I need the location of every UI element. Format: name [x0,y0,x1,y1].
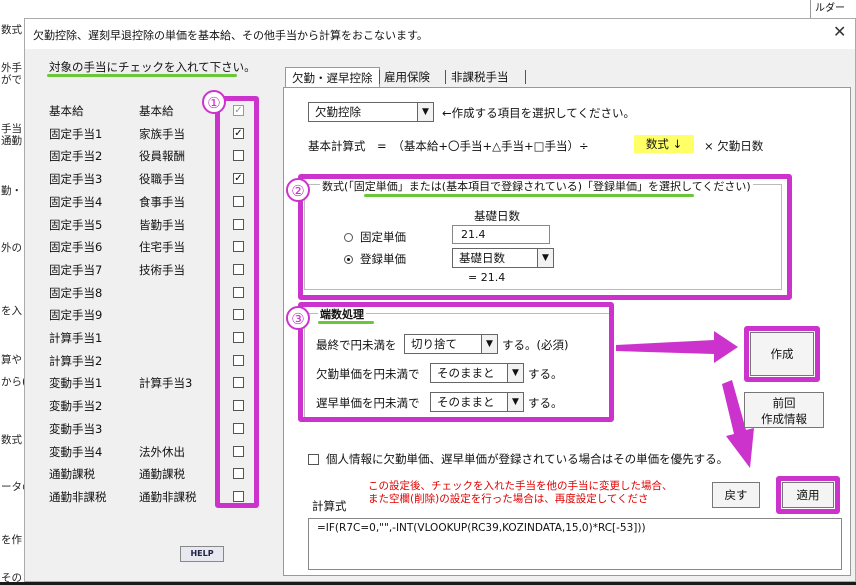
annotation-arrows [616,331,754,468]
allowance-name: 通勤課税 [139,467,185,482]
allowance-item-label: 固定手当6 [49,240,103,255]
background-fragment: から( [1,376,27,388]
item-select[interactable]: 欠勤控除 ▼ [308,102,434,122]
annotation-badge-3: ③ [286,306,310,330]
close-icon[interactable]: ✕ [833,22,846,41]
annotation-box-checkboxes [215,96,259,508]
annotation-box-apply [776,476,840,514]
annotation-badge-1: ① [202,90,226,114]
help-button[interactable]: HELP [180,546,224,562]
chevron-down-icon: ▼ [417,103,433,121]
checklist-heading: 対象の手当にチェックを入れて下さい。 [49,60,256,74]
allowance-item-label: 固定手当3 [49,172,103,187]
allowance-item-label: 固定手当5 [49,217,103,232]
formula-tail: × 欠勤日数 [704,139,764,153]
back-button[interactable]: 戻す [712,482,760,508]
allowance-item-label: 通勤課税 [49,467,95,482]
allowance-item-label: 固定手当2 [49,149,103,164]
tab-separator [525,70,526,84]
priority-label: 個人情報に欠勤単価、遅早単価が登録されている場合はその単価を優先する。 [326,452,729,466]
allowance-name: 計算手当3 [139,376,193,391]
allowance-name: 役職手当 [139,172,185,187]
allowance-item-label: 固定手当1 [49,126,103,141]
allowance-name: 通勤非課税 [139,489,197,504]
formula-highlight: 数式 ↓ [634,135,694,153]
allowance-item-label: 変動手当1 [49,376,103,391]
allowance-name: 法外休出 [139,444,185,459]
background-sheet-column [0,0,24,582]
allowance-item-label: 変動手当3 [49,421,103,436]
background-ribbon-label: ルダー [810,0,856,18]
allowance-name: 食事手当 [139,194,185,209]
background-fragment: 数式 [1,434,22,446]
priority-checkbox[interactable] [308,454,319,465]
allowance-item-label: 変動手当2 [49,399,103,414]
annotation-badge-2: ② [286,178,310,202]
formula-textarea[interactable]: =IF(R7C=0,"",-INT(VLOOKUP(RC39,KOZINDATA… [308,518,842,570]
background-fragment: 算や [1,354,22,366]
background-fragment: がで [1,74,22,86]
tab-employment-insurance[interactable]: 雇用保険 [378,67,436,87]
item-hint: ←作成する項目を選択してください。 [442,106,635,120]
tab-nontaxable-allowance[interactable]: 非課税手当 [445,67,515,87]
tab-panel: 欠勤控除 ▼ ←作成する項目を選択してください。 基本計算式 = （基本給+〇手… [283,87,851,576]
allowance-item-label: 固定手当8 [49,285,103,300]
formula-caption: 計算式 [312,499,347,513]
background-fragment: 外の [1,242,22,254]
allowance-item-label: 固定手当9 [49,308,103,323]
previous-info-button[interactable]: 前回 作成情報 [744,392,824,428]
background-sheet-top [24,0,856,18]
formula-label: 基本計算式 = （基本給+〇手当+△手当+□手当）÷ [308,139,589,153]
allowance-item-label: 変動手当4 [49,444,103,459]
allowance-name: 住宅手当 [139,240,185,255]
background-fragment: 勤・ [1,185,22,197]
allowance-item-label: 固定手当7 [49,262,103,277]
background-fragment: を作 [1,534,22,546]
allowance-name: 皆勤手当 [139,217,185,232]
allowance-item-label: 基本給 [49,104,84,118]
dialog-window: 欠勤控除、遅刻早退控除の単価を基本給、その他手当から計算をおこないます。 ✕ 対… [24,18,856,582]
annotation-box-rounding [298,302,614,422]
item-select-value: 欠勤控除 [315,105,361,119]
allowance-item-label: 固定手当4 [49,194,103,209]
dialog-title: 欠勤控除、遅刻早退控除の単価を基本給、その他手当から計算をおこないます。 [33,29,428,42]
tab-absence-deduction[interactable]: 欠勤・遅早控除 [285,67,380,87]
allowance-item-label: 通勤非課税 [49,489,107,504]
background-fragment: その [1,572,22,584]
annotation-box-create [744,326,820,382]
allowance-name: 家族手当 [139,126,185,141]
annotation-box-unit-price [298,174,792,300]
allowance-name: 役員報酬 [139,149,185,164]
heading-underline [47,74,237,77]
allowance-name: 技術手当 [139,262,185,277]
tab-separator [379,70,380,84]
warning-text: この設定後、チェックを入れた手当を他の手当に変更した場合、 また空欄(削除)の設… [368,480,673,505]
background-fragment: 数式 [1,24,22,36]
allowance-item-label: 計算手当1 [49,331,103,345]
right-arrow-icon [616,331,738,363]
tab-separator [445,70,446,84]
allowance-item-label: 計算手当2 [49,353,103,368]
dialog-titlebar: 欠勤控除、遅刻早退控除の単価を基本給、その他手当から計算をおこないます。 ✕ [25,19,855,49]
background-fragment: 通勤 [1,135,22,147]
background-fragment: を入 [1,305,22,317]
